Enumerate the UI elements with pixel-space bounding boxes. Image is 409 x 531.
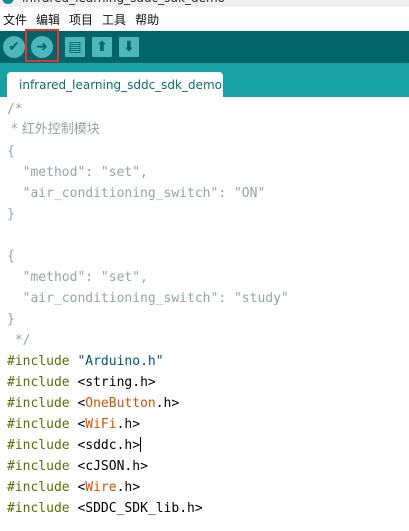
include-name: string.h [85,375,148,390]
include-directive: #include [7,501,70,516]
tab-sketch[interactable]: infrared_learning_sddc_sdk_demo [7,72,223,97]
code-line-5: "air_conditioning_switch": "ON" [7,186,266,201]
include-directive: #include [7,480,70,495]
open-sketch-button[interactable]: ⬆ [92,37,112,57]
new-sketch-button[interactable]: ▤ [65,37,85,57]
include-line: #include <sddc.h> [7,436,142,456]
include-directive: #include [7,417,70,432]
include-line: #include <OneButton.h> [7,394,179,414]
arrow-down-icon: ⬇ [123,39,135,55]
save-sketch-button[interactable]: ⬇ [119,37,139,57]
document-icon: ▤ [68,39,82,55]
include-name: WiFi [85,417,117,432]
include-close: > [147,375,156,390]
include-line: #include <string.h> [7,373,156,393]
include-line: #include <cJSON.h> [7,457,148,477]
include-directive: #include [7,375,70,390]
include-line: #include <WiFi.h> [7,415,140,435]
include-directive: #include [7,438,70,453]
include-close: .h> [116,480,141,495]
window-title-bar: infrared_learning_sddc_sdk_demo [0,0,409,7]
code-line-4: "method": "set", [7,165,148,180]
checkmark-icon: ✔ [8,39,20,55]
include-close: " [155,354,164,369]
include-name: Wire [85,480,117,495]
include-directive: #include [7,354,70,369]
include-directive: #include [7,396,70,411]
arrow-up-icon: ⬆ [96,39,108,55]
code-line-10: "air_conditioning_switch": "study" [7,291,289,306]
menu-sketch[interactable]: 项目 [69,11,93,28]
include-close: > [140,459,148,474]
code-line-11: } [7,312,15,327]
include-close: > [194,501,203,516]
code-editor[interactable]: /* * 红外控制模块 { "method": "set", "air_cond… [0,97,409,531]
include-line: #include "Arduino.h" [7,352,164,372]
code-line-12: */ [7,333,31,348]
include-name: SDDC_SDK_lib.h [85,501,195,516]
include-name: sddc.h [85,438,133,453]
include-close: .h> [155,396,180,411]
include-line: #include <Wire.h> [7,478,140,498]
code-line-9: "method": "set", [7,270,148,285]
include-close: .h> [116,417,141,432]
upload-button-highlight [25,29,59,62]
code-line-6: } [7,207,15,222]
code-line-2: * 红外控制模块 [7,122,100,137]
menu-bar: 文件 编辑 项目 工具 帮助 [0,7,409,31]
verify-button[interactable]: ✔ [3,36,25,58]
menu-tools[interactable]: 工具 [102,11,126,28]
include-name: Arduino.h [85,354,156,369]
include-name: OneButton [85,396,156,411]
menu-edit[interactable]: 编辑 [36,11,60,28]
include-name: cJSON.h [85,459,141,474]
code-line-3: { [7,144,15,159]
include-line: #include <SDDC_SDK_lib.h> [7,499,203,519]
code-line-1: /* [7,102,23,117]
toolbar: ✔ ➜ ▤ ⬆ ⬇ [0,31,409,63]
text-cursor [140,437,142,452]
include-directive: #include [7,459,70,474]
tab-bar: infrared_learning_sddc_sdk_demo [0,63,409,97]
code-line-8: { [7,249,15,264]
menu-help[interactable]: 帮助 [135,11,159,28]
include-close: > [132,438,141,453]
arduino-app-icon [2,0,14,4]
menu-file[interactable]: 文件 [3,11,27,28]
window-title: infrared_learning_sddc_sdk_demo [22,0,225,5]
